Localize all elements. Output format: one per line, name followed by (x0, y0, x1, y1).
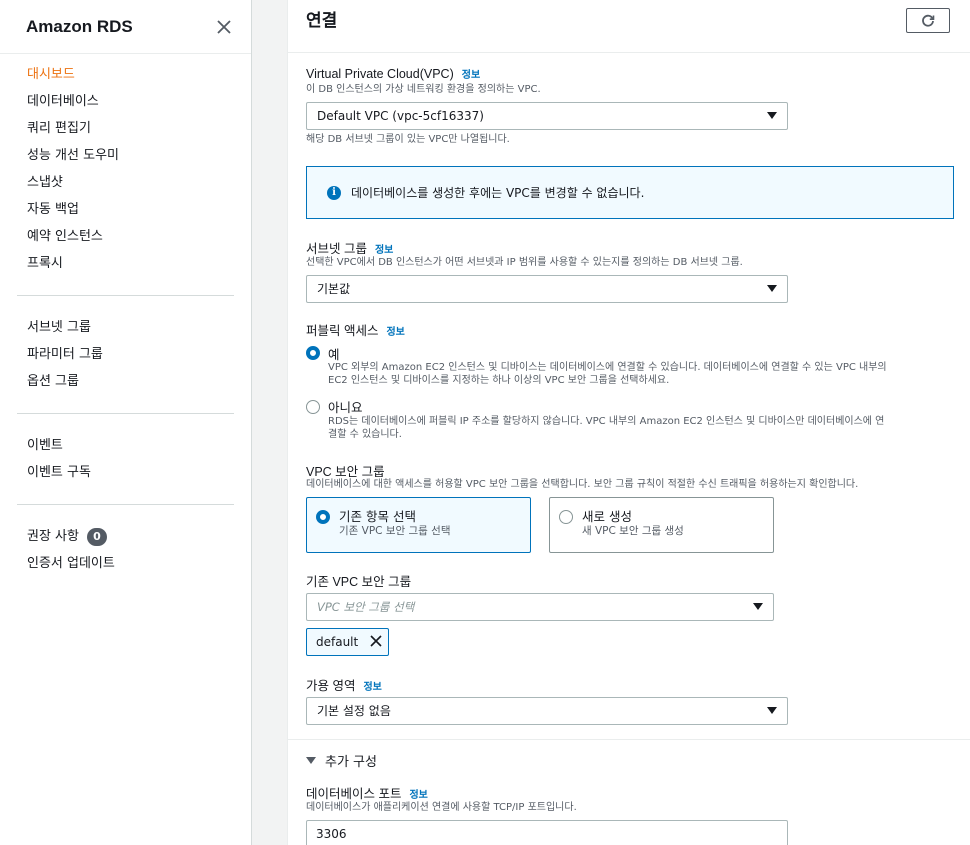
public-access-no-desc-line: 결할 수 있습니다. (328, 429, 402, 440)
info-link[interactable]: 정보 (375, 245, 393, 256)
close-icon[interactable] (217, 17, 231, 37)
sidebar-item-automated-backups[interactable]: 자동 백업 (0, 196, 251, 223)
port-description: 데이터베이스가 애플리케이션 연결에 사용할 TCP/IP 포트입니다. (306, 802, 577, 813)
security-group-new-radio[interactable] (559, 510, 573, 524)
sidebar-header: Amazon RDS (0, 0, 251, 54)
subnet-description: 선택한 VPC에서 DB 인스턴스가 어떤 서브넷과 IP 범위를 사용할 수 … (306, 257, 743, 268)
az-label: 가용 영역 (306, 679, 356, 693)
security-group-existing-desc: 기존 VPC 보안 그룹 선택 (339, 525, 451, 537)
caret-down-icon (767, 285, 777, 292)
public-access-label-row: 퍼블릭 액세스 정보 (306, 320, 405, 339)
az-select-value: 기본 설정 없음 (317, 704, 391, 718)
vpc-select-value: Default VPC (vpc-5cf16337) (317, 109, 484, 123)
vpc-hint: 해당 DB 서브넷 그룹이 있는 VPC만 나열됩니다. (306, 134, 510, 145)
additional-config-label: 추가 구성 (325, 755, 377, 770)
info-icon: i (327, 185, 341, 200)
port-input[interactable]: 3306 (306, 820, 788, 845)
existing-sg-select[interactable]: VPC 보안 그룹 선택 (306, 593, 774, 621)
sidebar-item-event-subscriptions[interactable]: 이벤트 구독 (0, 459, 251, 486)
sidebar-nav-primary: 대시보드 데이터베이스 쿼리 편집기 성능 개선 도우미 스냅샷 자동 백업 예약 인스턴스… (0, 61, 251, 277)
sidebar-nav-events: 이벤트 이벤트 구독 (0, 432, 251, 486)
selected-sg-token: default (306, 628, 390, 656)
sidebar-divider (17, 295, 234, 296)
expand-triangle-icon (306, 757, 316, 764)
info-link[interactable]: 정보 (363, 682, 381, 693)
public-access-yes-radio[interactable] (306, 346, 320, 360)
security-group-new-desc: 새 VPC 보안 그룹 생성 (582, 525, 684, 537)
caret-down-icon (767, 112, 777, 119)
existing-sg-label: 기존 VPC 보안 그룹 (306, 575, 412, 589)
security-group-description: 데이터베이스에 대한 액세스를 허용할 VPC 보안 그룹을 선택합니다. 보안… (306, 479, 859, 490)
vpc-notice: i 데이터베이스를 생성한 후에는 VPC를 변경할 수 없습니다. (306, 166, 954, 219)
subnet-select-value: 기본값 (317, 282, 351, 296)
sidebar-item-recommendations[interactable]: 권장 사항 0 (0, 523, 251, 550)
security-group-existing-tile[interactable]: 기존 항목 선택 기존 VPC 보안 그룹 선택 (306, 497, 531, 553)
existing-sg-placeholder: VPC 보안 그룹 선택 (317, 600, 415, 614)
sidebar-item-query-editor[interactable]: 쿼리 편집기 (0, 115, 251, 142)
sidebar-item-dashboard[interactable]: 대시보드 (0, 61, 251, 88)
sidebar: Amazon RDS 대시보드 데이터베이스 쿼리 편집기 성능 개선 도우미 스냅샷 자… (0, 0, 252, 845)
refresh-icon (922, 14, 935, 27)
subnet-select[interactable]: 기본값 (306, 275, 788, 303)
sidebar-item-events[interactable]: 이벤트 (0, 432, 251, 459)
sidebar-item-snapshots[interactable]: 스냅샷 (0, 169, 251, 196)
token-label: default (316, 635, 359, 649)
az-select[interactable]: 기본 설정 없음 (306, 697, 788, 725)
sidebar-nav-groups: 서브넷 그룹 파라미터 그룹 옵션 그룹 (0, 314, 251, 395)
public-access-label: 퍼블릭 액세스 (306, 324, 379, 338)
vpc-notice-text: 데이터베이스를 생성한 후에는 VPC를 변경할 수 없습니다. (351, 186, 645, 200)
public-access-no-radio[interactable] (306, 400, 320, 414)
section-divider (288, 52, 970, 53)
vpc-label: Virtual Private Cloud(VPC) (306, 67, 454, 81)
az-label-row: 가용 영역 정보 (306, 675, 382, 694)
subnet-label-row: 서브넷 그룹 정보 (306, 238, 393, 257)
public-access-yes-desc-line: EC2 인스턴스 및 디바이스를 지정하는 하나 이상의 VPC 보안 그룹을 … (328, 375, 670, 386)
port-label-row: 데이터베이스 포트 정보 (306, 783, 428, 802)
count-badge: 0 (86, 527, 107, 546)
public-access-no-title: 아니요 (328, 400, 363, 415)
sidebar-item-cert-update[interactable]: 인증서 업데이트 (0, 550, 251, 577)
sidebar-nav-recommendations: 권장 사항 0 인증서 업데이트 (0, 523, 251, 577)
vpc-description: 이 DB 인스턴스의 가상 네트워킹 환경을 정의하는 VPC. (306, 84, 541, 95)
section-title: 연결 (306, 11, 338, 31)
security-group-new-tile[interactable]: 새로 생성 새 VPC 보안 그룹 생성 (549, 497, 774, 553)
additional-config-expander[interactable]: 추가 구성 (306, 751, 377, 770)
sidebar-item-parameter-groups[interactable]: 파라미터 그룹 (0, 341, 251, 368)
main-panel: 연결 Virtual Private Cloud(VPC) 정보 이 DB 인스턴… (287, 0, 970, 845)
public-access-no-desc: RDS는 데이터베이스에 퍼블릭 IP 주소를 할당하지 않습니다. VPC 내… (328, 415, 884, 441)
sidebar-item-label: 권장 사항 (27, 529, 79, 544)
public-access-no-desc-line: RDS는 데이터베이스에 퍼블릭 IP 주소를 할당하지 않습니다. VPC 내… (328, 416, 885, 427)
sidebar-item-databases[interactable]: 데이터베이스 (0, 88, 251, 115)
refresh-button[interactable] (906, 8, 950, 33)
caret-down-icon (767, 707, 777, 714)
vpc-label-row: Virtual Private Cloud(VPC) 정보 (306, 66, 480, 81)
sidebar-divider (17, 504, 234, 505)
sidebar-item-option-groups[interactable]: 옵션 그룹 (0, 368, 251, 395)
sidebar-item-reserved-instances[interactable]: 예약 인스턴스 (0, 223, 251, 250)
section-divider (288, 739, 970, 740)
public-access-yes-desc: VPC 외부의 Amazon EC2 인스턴스 및 디바이스는 데이터베이스에 … (328, 361, 887, 387)
port-label: 데이터베이스 포트 (306, 787, 402, 801)
info-link[interactable]: 정보 (409, 790, 427, 801)
public-access-yes-desc-line: VPC 외부의 Amazon EC2 인스턴스 및 디바이스는 데이터베이스에 … (328, 362, 887, 373)
sidebar-item-subnet-groups[interactable]: 서브넷 그룹 (0, 314, 251, 341)
sidebar-title: Amazon RDS (26, 16, 133, 36)
info-link[interactable]: 정보 (462, 70, 480, 81)
sidebar-divider (17, 413, 234, 414)
remove-token-icon[interactable] (370, 634, 382, 650)
vpc-select[interactable]: Default VPC (vpc-5cf16337) (306, 102, 788, 130)
security-group-existing-radio[interactable] (316, 510, 330, 524)
info-link[interactable]: 정보 (386, 327, 404, 338)
caret-down-icon (753, 603, 763, 610)
sidebar-item-performance-insights[interactable]: 성능 개선 도우미 (0, 142, 251, 169)
subnet-label: 서브넷 그룹 (306, 242, 367, 256)
sidebar-item-proxies[interactable]: 프록시 (0, 250, 251, 277)
